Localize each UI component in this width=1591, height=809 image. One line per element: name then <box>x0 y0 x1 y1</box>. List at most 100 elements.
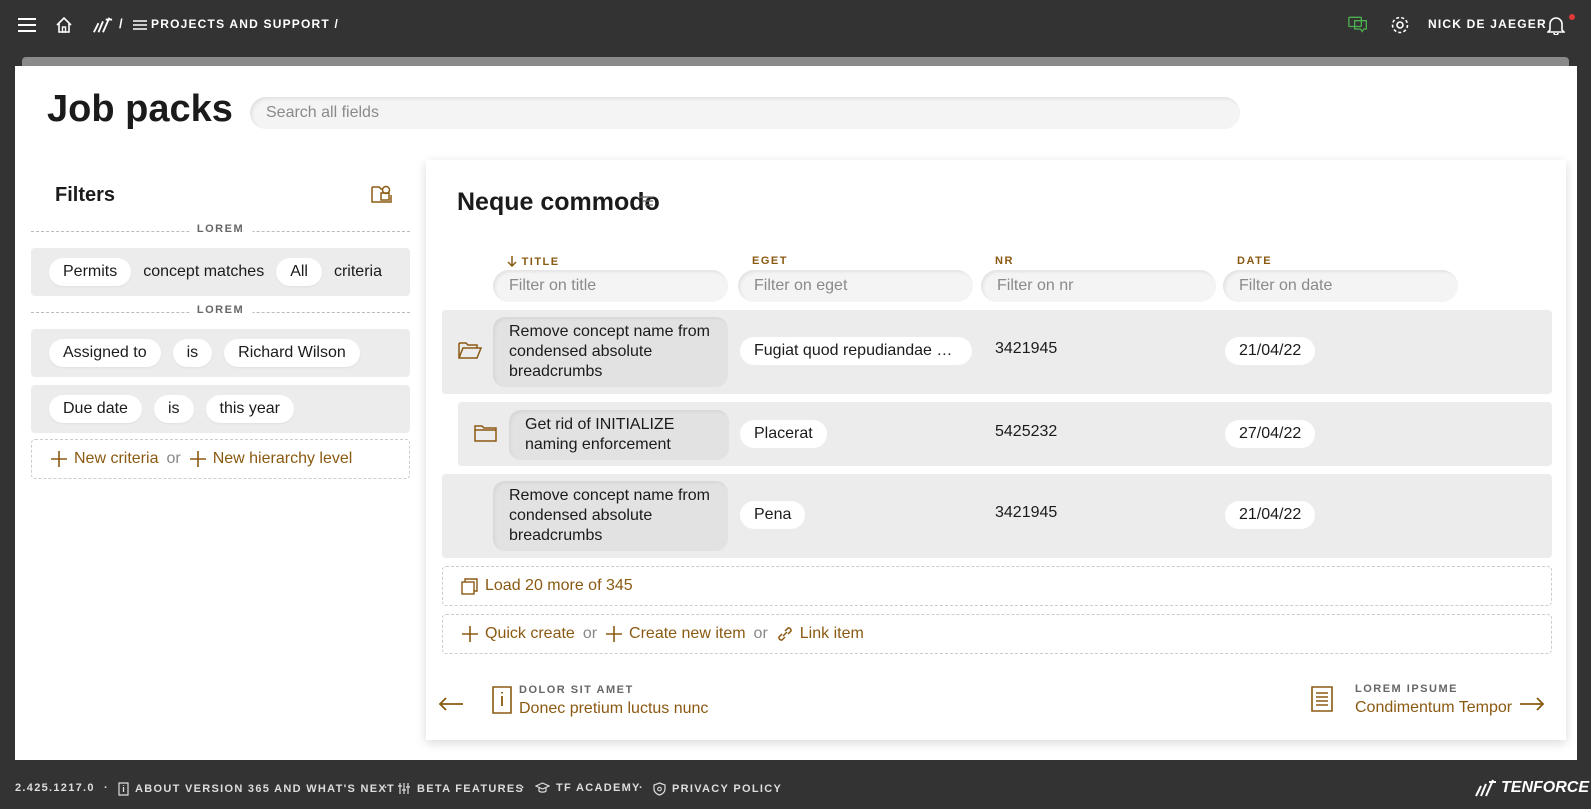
filter-value-chip[interactable]: this year <box>205 395 294 423</box>
chat-icon[interactable] <box>1348 14 1368 34</box>
search-input[interactable] <box>250 97 1240 129</box>
academy-label: TF ACADEMY <box>556 782 641 794</box>
column-header-eget[interactable]: EGET <box>752 255 788 267</box>
row-eget[interactable]: Placerat <box>740 420 827 448</box>
plus-icon <box>606 626 623 642</box>
filter-value-chip[interactable]: All <box>276 258 322 286</box>
table-row[interactable]: Get rid of INITIALIZE naming enforcement… <box>458 402 1552 466</box>
create-new-item-button[interactable]: Create new item <box>605 625 746 643</box>
academy-link[interactable]: TF ACADEMY <box>535 782 641 794</box>
row-date[interactable]: 21/04/22 <box>1225 501 1316 529</box>
footer-dot: · <box>384 782 389 794</box>
row-title[interactable]: Remove concept name from condensed absol… <box>493 317 728 387</box>
privacy-policy-link[interactable]: PRIVACY POLICY <box>653 782 782 796</box>
previous-arrow-icon[interactable] <box>438 696 464 717</box>
row-eget[interactable]: Fugiat quod repudiandae ar… <box>740 337 972 365</box>
filter-operator-text: concept matches <box>143 263 265 280</box>
page-title: Job packs <box>47 88 233 130</box>
next-arrow-icon[interactable] <box>1519 696 1545 717</box>
document-list-icon[interactable] <box>1311 686 1333 717</box>
link-item-label: Link item <box>799 625 864 642</box>
filter-criteria-row: Assigned to is Richard Wilson <box>31 329 410 377</box>
filter-folder-icon[interactable] <box>371 184 395 206</box>
table-row[interactable]: Remove concept name from condensed absol… <box>442 310 1552 394</box>
row-nr: 3421945 <box>995 504 1058 521</box>
breadcrumb-separator: / <box>119 16 123 31</box>
filter-field-chip[interactable]: Due date <box>49 395 142 423</box>
filter-field-chip[interactable]: Assigned to <box>49 339 161 367</box>
list-icon[interactable] <box>130 15 150 35</box>
next-item-label: LOREM IPSUME <box>1355 683 1458 695</box>
home-icon[interactable] <box>54 15 74 35</box>
new-hierarchy-level-button[interactable]: New hierarchy level <box>189 450 352 468</box>
plus-icon <box>462 626 478 642</box>
folder-icon[interactable] <box>474 423 498 448</box>
filter-nr-input[interactable] <box>981 270 1216 302</box>
brand-name: TENFORCE <box>1501 779 1589 796</box>
sort-down-arrow-icon <box>507 256 517 268</box>
row-date[interactable]: 27/04/22 <box>1225 420 1316 448</box>
beta-features-link[interactable]: BETA FEATURES <box>397 782 524 795</box>
link-item-button[interactable]: Link item <box>776 625 864 643</box>
filter-group-label: LOREM <box>188 223 253 235</box>
brand-logo: TENFORCE <box>1475 778 1589 798</box>
column-header-title[interactable]: TITLE <box>507 255 560 268</box>
link-chain-icon <box>778 627 792 641</box>
new-criteria-button[interactable]: New criteria <box>50 450 158 468</box>
previous-item-link[interactable]: Donec pretium luctus nunc <box>519 700 708 718</box>
user-name[interactable]: NICK DE JAEGER <box>1428 17 1547 31</box>
filter-group-label: LOREM <box>188 304 253 316</box>
row-title[interactable]: Remove concept name from condensed absol… <box>493 481 728 551</box>
create-new-item-label: Create new item <box>629 625 746 642</box>
info-document-icon <box>118 782 129 796</box>
version-text: 2.425.1217.0 <box>15 782 95 794</box>
filter-field-chip[interactable]: Permits <box>49 258 132 286</box>
plus-icon <box>51 451 67 467</box>
privacy-policy-label: PRIVACY POLICY <box>672 783 783 795</box>
row-nr: 3421945 <box>995 340 1058 357</box>
tenforce-logo-icon[interactable] <box>93 15 113 35</box>
load-more-row: Load 20 more of 345 <box>442 566 1552 606</box>
beta-features-label: BETA FEATURES <box>417 782 525 795</box>
footer-dot: · <box>521 782 526 794</box>
about-label: ABOUT VERSION 365 AND WHAT'S NEXT <box>135 783 396 795</box>
load-more-label: Load 20 more of 345 <box>485 577 633 594</box>
row-title[interactable]: Get rid of INITIALIZE naming enforcement <box>509 410 729 460</box>
filter-title-input[interactable] <box>493 270 728 302</box>
open-folder-icon[interactable] <box>458 340 483 365</box>
filter-group-divider: LOREM <box>31 302 410 322</box>
next-item-link[interactable]: Condimentum Tempor <box>1355 699 1512 717</box>
sort-lines-icon[interactable] <box>638 194 654 212</box>
row-date[interactable]: 21/04/22 <box>1225 337 1316 365</box>
filter-add-row: New criteria or New hierarchy level <box>31 439 410 479</box>
column-header-nr[interactable]: NR <box>995 255 1014 267</box>
footer: 2.425.1217.0 · ABOUT VERSION 365 AND WHA… <box>0 770 1591 809</box>
quick-create-button[interactable]: Quick create <box>461 625 575 643</box>
filter-date-input[interactable] <box>1223 270 1458 302</box>
filter-operator-chip[interactable]: is <box>153 395 194 423</box>
notification-dot <box>1569 14 1575 20</box>
create-actions-row: Quick create or Create new item or Link … <box>442 614 1552 654</box>
new-criteria-label: New criteria <box>74 450 159 467</box>
or-text: or <box>166 450 181 467</box>
settings-gear-icon[interactable] <box>1390 15 1410 35</box>
sliders-icon <box>398 783 410 794</box>
document-info-icon[interactable] <box>492 686 512 719</box>
filter-value-chip[interactable]: Richard Wilson <box>224 339 360 367</box>
breadcrumb[interactable]: PROJECTS AND SUPPORT / <box>151 17 339 31</box>
table-row[interactable]: Remove concept name from condensed absol… <box>442 474 1552 558</box>
load-more-button[interactable]: Load 20 more of 345 <box>461 577 633 595</box>
stack-icon <box>461 578 478 595</box>
notification-bell-icon[interactable] <box>1546 15 1566 35</box>
top-bar: / PROJECTS AND SUPPORT / NICK DE JAEGER <box>0 0 1591 50</box>
hamburger-menu-icon[interactable] <box>17 15 37 35</box>
filter-criteria-row: Permits concept matches All criteria <box>31 248 410 296</box>
filter-operator-chip[interactable]: is <box>172 339 213 367</box>
filter-eget-input[interactable] <box>738 270 973 302</box>
row-eget[interactable]: Pena <box>740 501 806 529</box>
about-link[interactable]: ABOUT VERSION 365 AND WHAT'S NEXT <box>118 782 395 796</box>
tenforce-logo-icon <box>1475 779 1496 797</box>
quick-create-label: Quick create <box>485 625 575 642</box>
column-header-date[interactable]: DATE <box>1237 255 1272 267</box>
plus-icon <box>189 451 206 467</box>
